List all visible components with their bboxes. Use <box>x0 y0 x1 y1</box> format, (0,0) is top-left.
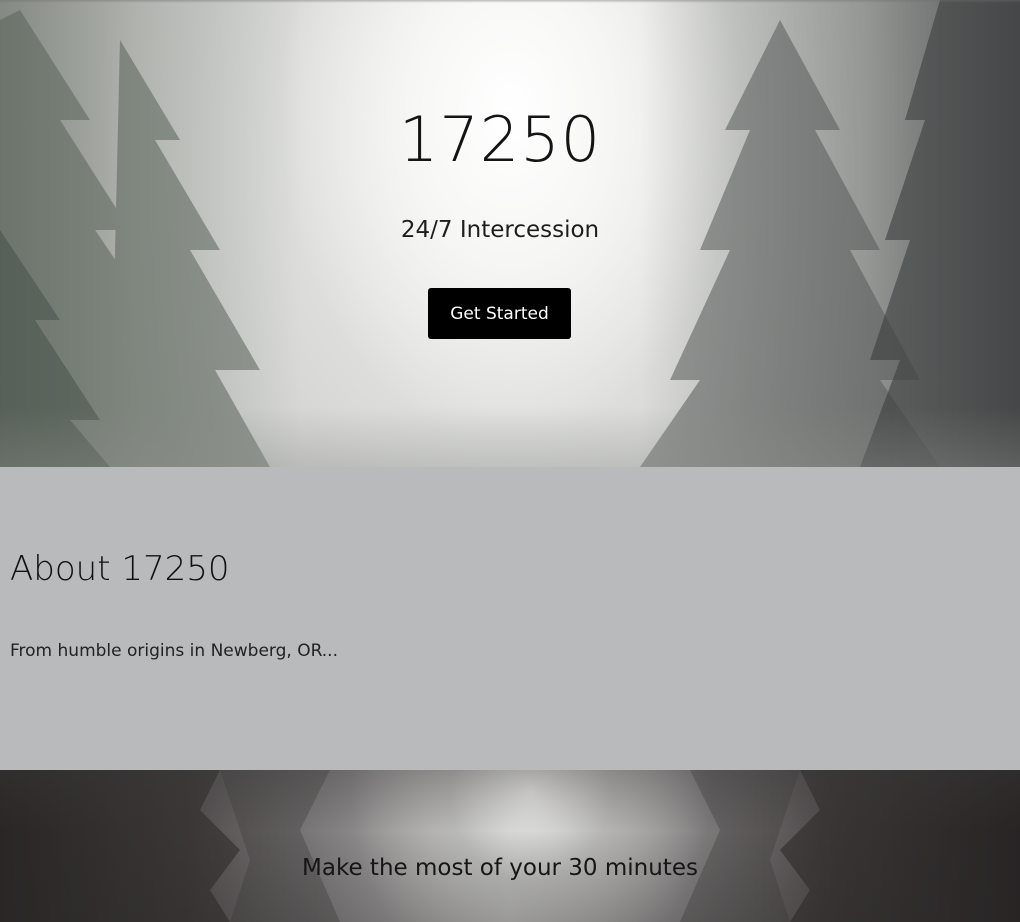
hero-title: 17250 <box>398 103 602 176</box>
hero-section: 17250 24/7 Intercession Get Started <box>0 0 1020 467</box>
page: 17250 24/7 Intercession Get Started Abou… <box>0 0 1020 922</box>
hero-top-edge <box>0 0 1020 3</box>
hero-subtitle: 24/7 Intercession <box>400 217 600 243</box>
about-heading: About 17250 <box>10 549 230 589</box>
about-section: About 17250 From humble origins in Newbe… <box>0 467 1020 770</box>
hero-ground <box>0 407 1020 467</box>
minutes-section: Make the most of your 30 minutes <box>0 770 1020 922</box>
about-text: From humble origins in Newberg, OR... <box>10 641 338 661</box>
bottom-fade <box>0 770 1020 922</box>
get-started-button[interactable]: Get Started <box>428 288 571 339</box>
minutes-heading: Make the most of your 30 minutes <box>302 855 698 881</box>
